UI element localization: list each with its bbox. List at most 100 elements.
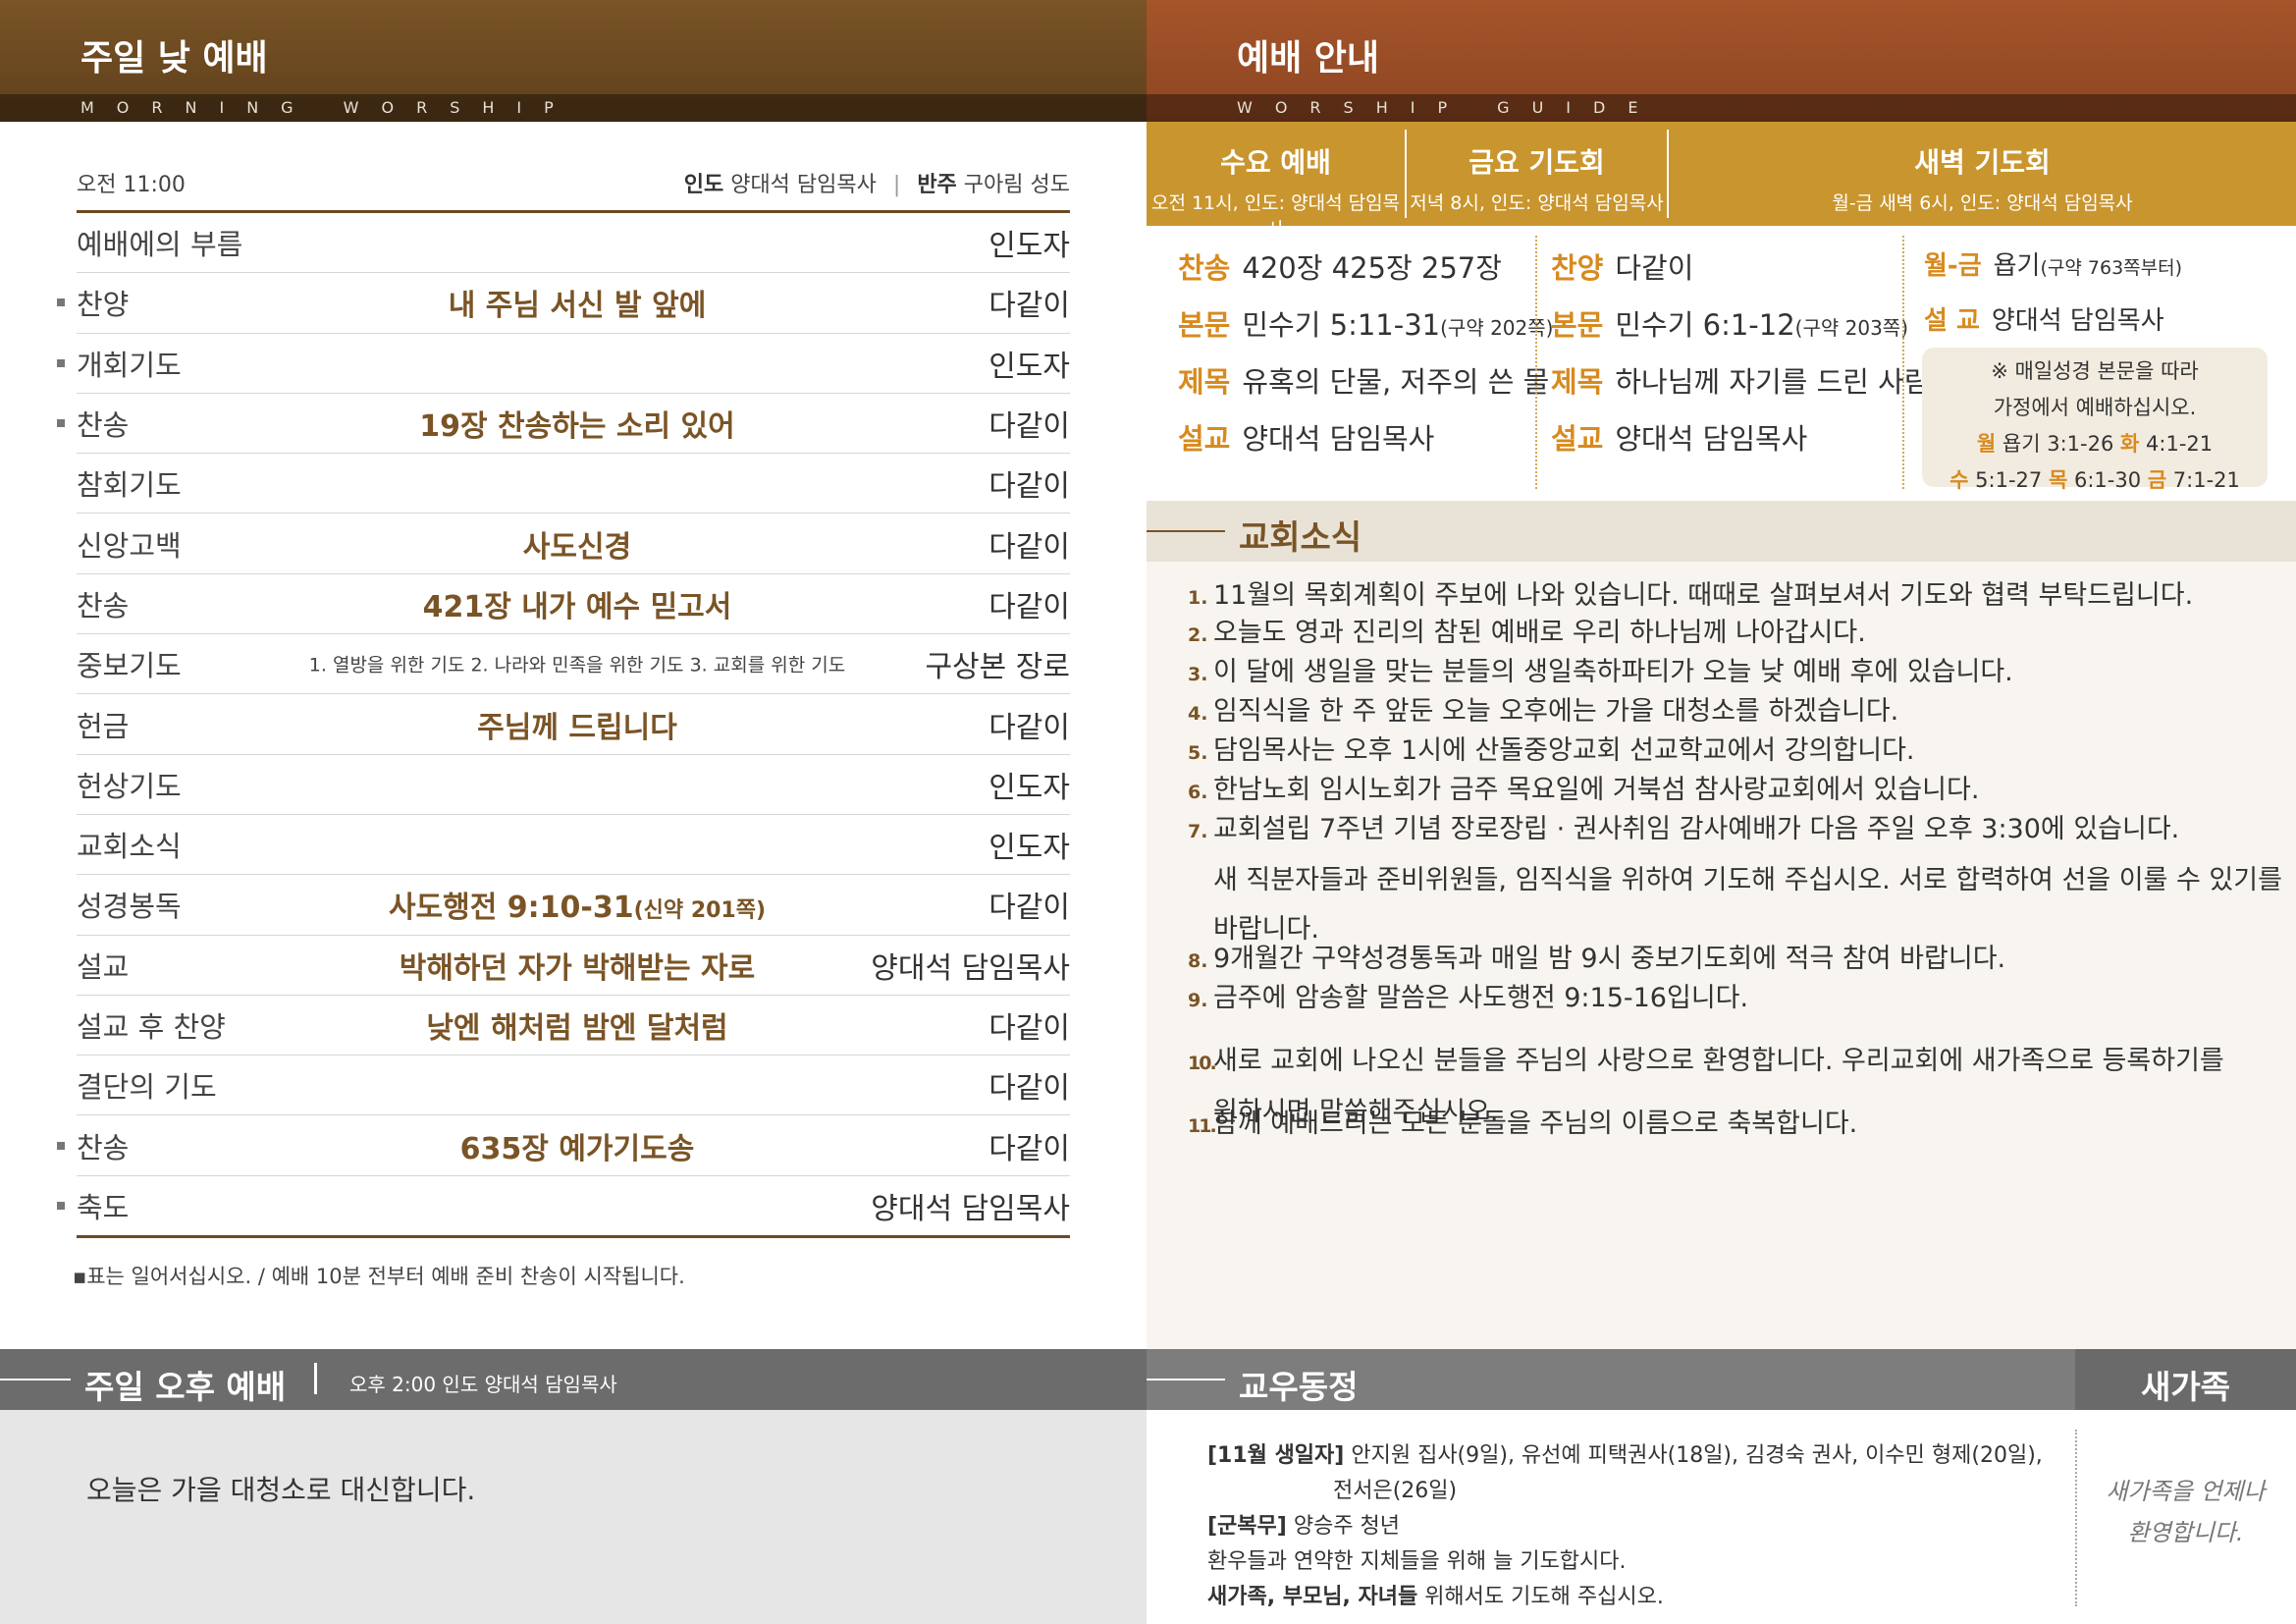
order-item-leader: 다같이 [988, 529, 1070, 565]
order-item-leader: 인도자 [988, 229, 1070, 264]
order-item-name: 참회기도 [77, 468, 182, 503]
newfamily-body: 새가족을 언제나 환영합니다. [2075, 1410, 2296, 1624]
daily-note-1: ※ 매일성경 본문을 따라 [1991, 359, 2199, 383]
fri-name: 금요 기도회 [1468, 146, 1605, 179]
service-leaders: 인도 양대석 담임목사 | 반주 구아림 성도 [684, 167, 1070, 198]
order-item-leader: 인도자 [988, 831, 1070, 866]
news-number: 7. [1188, 821, 1208, 842]
divider [1902, 236, 1904, 489]
order-item-content: 낮엔 해처럼 밤엔 달처럼 [426, 1011, 728, 1046]
newfamily-message: 새가족을 언제나 환영합니다. [2106, 1478, 2266, 1546]
news-text: 11월의 목회계획이 주보에 나와 있습니다. 때때로 살펴보셔서 기도와 협력… [1213, 580, 2194, 611]
prayer-line-1: 환우들과 연약한 지체들을 위해 늘 기도합시다. [1207, 1549, 1627, 1574]
stand-marker-icon [57, 358, 65, 367]
order-item-name: 개회기도 [77, 348, 182, 382]
news-text: 한남노회 임시노회가 금주 목요일에 거북섬 참사랑교회에서 있습니다. [1213, 775, 1980, 805]
stand-marker-icon [57, 1201, 65, 1210]
order-item-name: 예배에의 부름 [77, 228, 243, 262]
order-header: 오전 11:00 인도 양대석 담임목사 | 반주 구아림 성도 [77, 167, 1070, 198]
birthday-line: [11월 생일자] 안지원 집사(9일), 유선예 피택권사(18일), 김경숙… [1207, 1443, 2043, 1468]
order-item-name: 찬송 [77, 1130, 130, 1164]
order-item-leader: 인도자 [988, 349, 1070, 384]
order-row: 예배에의 부름 인도자 [77, 213, 1070, 274]
leader-name: 양대석 담임목사 [730, 173, 877, 197]
morning-subtitle: MORNING WORSHIP [0, 94, 1147, 122]
fri-text: 본문 민수기 6:1-12(구약 203쪽) [1551, 308, 1909, 342]
stand-marker-icon [57, 419, 65, 428]
order-row: 축도 양대석 담임목사 [57, 1176, 1070, 1238]
divider [1147, 530, 1225, 532]
service-time: 오전 11:00 [77, 173, 186, 197]
order-item-leader: 양대석 담임목사 [871, 950, 1070, 986]
members-body: [11월 생일자] 안지원 집사(9일), 유선예 피택권사(18일), 김경숙… [1147, 1410, 2075, 1624]
divider [1147, 1379, 1225, 1380]
wed-hymn: 찬송 420장 425장 257장 [1178, 251, 1502, 285]
dawn-name: 새벽 기도회 [1914, 146, 2051, 179]
order-item-leader: 다같이 [988, 710, 1070, 745]
afternoon-title: 주일 오후 예배 [84, 1368, 287, 1406]
fri-header: 금요 기도회 저녁 8시, 인도: 양대석 담임목사 [1407, 122, 1667, 226]
order-item-leader: 양대석 담임목사 [871, 1191, 1070, 1226]
news-text: 오늘도 영과 진리의 참된 예배로 우리 하나님께 나아갑시다. [1213, 618, 1866, 648]
dawn-bible: 월-금 욥기(구약 763쪽부터) [1924, 251, 2183, 281]
order-item-name: 중보기도 [77, 649, 182, 683]
order-item-name: 교회소식 [77, 830, 182, 864]
order-row: 결단의 기도 다같이 [77, 1056, 1070, 1116]
accompanist-name: 구아림 성도 [963, 173, 1070, 197]
order-item-leader: 다같이 [988, 1131, 1070, 1166]
news-number: 9. [1188, 990, 1208, 1011]
news-title: 교회소식 [1239, 518, 1362, 558]
divider [314, 1363, 317, 1394]
news-number: 10. [1188, 1053, 1217, 1074]
newfamily-title: 새가족 [2140, 1368, 2231, 1406]
order-item-leader: 인도자 [988, 770, 1070, 805]
fri-preacher: 설교 양대석 담임목사 [1551, 422, 1808, 456]
order-row: 신앙고백 사도신경 다같이 [77, 514, 1070, 574]
order-row: 설교 후 찬양 낮엔 해처럼 밤엔 달처럼 다같이 [77, 996, 1070, 1056]
order-row: 설교 박해하던 자가 박해받는 자로 양대석 담임목사 [77, 936, 1070, 996]
order-row: 개회기도 인도자 [57, 334, 1070, 394]
order-item-content: 421장 내가 예수 믿고서 [422, 589, 732, 624]
afternoon-info: 오후 2:00 인도 양대석 담임목사 [349, 1373, 617, 1396]
order-item-name: 결단의 기도 [77, 1070, 217, 1105]
members-header: 교우동정 [1147, 1349, 2075, 1410]
news-item: 7. 교회설립 7주년 기념 장로장립 · 권사취임 감사예배가 다음 주일 오후… [1188, 805, 2282, 954]
accompany-label: 반주 [917, 173, 957, 197]
order-row: 참회기도 다같이 [77, 454, 1070, 514]
divider [0, 1379, 71, 1380]
fri-detail: 저녁 8시, 인도: 양대석 담임목사 [1410, 192, 1664, 214]
order-item-content: 내 주님 서신 발 앞에 [448, 289, 707, 324]
order-item-name: 신앙고백 [77, 528, 182, 563]
order-item-leader: 다같이 [988, 891, 1070, 926]
guide-columns-header: 수요 예배 오전 11시, 인도: 양대석 담임목사 금요 기도회 저녁 8시,… [1147, 122, 2296, 241]
guide-title: 예배 안내 [1237, 38, 1380, 79]
news-item: 11.함께 예배드리는 모든 분들을 주님의 이름으로 축복합니다. [1188, 1100, 1857, 1151]
daily-readings-2: 수 5:1-27 목 6:1-30 금 7:1-21 [1949, 468, 2240, 492]
wed-name: 수요 예배 [1220, 146, 1331, 179]
news-text: 담임목사는 오후 1시에 산돌중앙교회 선교학교에서 강의합니다. [1213, 735, 1915, 766]
guide-subtitle: WORSHIP GUIDE [1147, 94, 2296, 122]
daily-readings-1: 월 욥기 3:1-26 화 4:1-21 [1976, 432, 2214, 456]
fri-title: 제목 하나님께 자기를 드린 사람 [1551, 365, 1931, 399]
order-item-content: 19장 찬송하는 소리 있어 [419, 409, 735, 445]
order-item-content: 주님께 드립니다 [477, 710, 677, 745]
morning-title: 주일 낮 예배 [80, 38, 268, 79]
order-row: 헌상기도 인도자 [77, 755, 1070, 815]
order-item-leader: 다같이 [988, 289, 1070, 324]
order-item-leader: 다같이 [988, 409, 1070, 445]
wed-header: 수요 예배 오전 11시, 인도: 양대석 담임목사 [1147, 122, 1405, 241]
order-item-content: 1. 열방을 위한 기도 2. 나라와 민족을 위한 기도 3. 교회를 위한 … [308, 654, 846, 677]
stand-marker-icon [57, 298, 65, 307]
order-item-leader: 다같이 [988, 469, 1070, 505]
news-text: 금주에 암송할 말씀은 사도행전 9:15-16입니다. [1213, 983, 1749, 1013]
order-item-leader: 다같이 [988, 1011, 1070, 1046]
wed-title: 제목 유혹의 단물, 저주의 쓴 물 [1178, 365, 1550, 399]
news-text: 새로 교회에 나오신 분들을 주님의 사랑으로 환영합니다. 우리교회에 새가족… [1213, 1046, 2224, 1076]
news-header: 교회소식 [1147, 501, 2296, 562]
order-row: 찬양 내 주님 서신 발 앞에 다같이 [57, 273, 1070, 334]
order-item-name: 헌금 [77, 709, 130, 743]
order-row: 교회소식 인도자 [77, 815, 1070, 876]
order-item-name: 성경봉독 [77, 890, 182, 924]
order-item-name: 설교 [77, 949, 130, 984]
order-item-name: 찬양 [77, 288, 130, 322]
